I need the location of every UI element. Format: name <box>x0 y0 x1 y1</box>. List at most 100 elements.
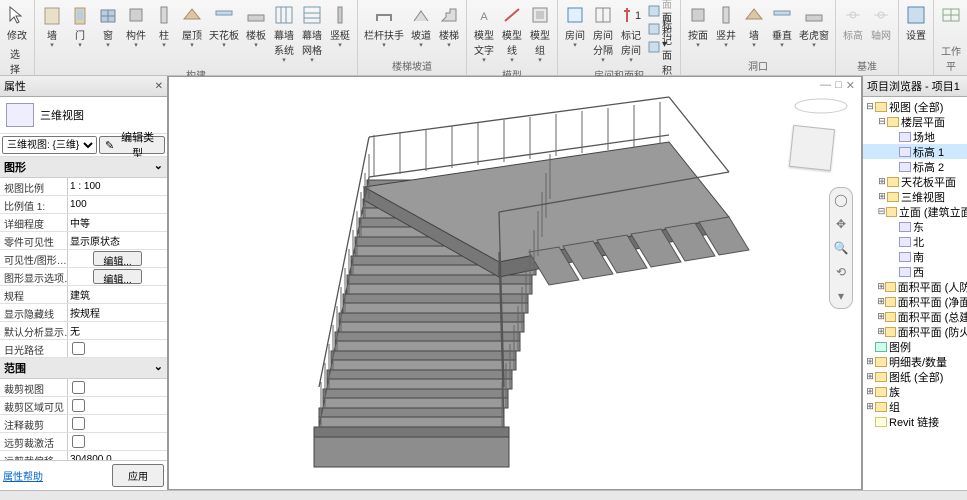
tree-twisty-icon[interactable]: ⊞ <box>877 282 885 292</box>
room-small-2[interactable]: 标记 面积 <box>646 38 676 56</box>
build-5[interactable]: 屋顶 ▾ <box>179 2 205 51</box>
minimize-icon[interactable]: — <box>820 79 831 92</box>
viewcube-cube[interactable] <box>789 125 835 171</box>
circ-0[interactable]: 栏杆扶手 ▾ <box>362 2 406 51</box>
tree-node-5[interactable]: ⊞ 天花板平面 <box>863 174 967 189</box>
tree-node-12[interactable]: ⊞ 面积平面 (人防分 <box>863 279 967 294</box>
room-2[interactable]: 1 标记房间 ▾ <box>618 2 644 66</box>
tree-twisty-icon[interactable]: ⊟ <box>877 207 886 217</box>
build-9[interactable]: 幕墙网格 ▾ <box>299 2 325 66</box>
tree-node-18[interactable]: ⊞ 图纸 (全部) <box>863 369 967 384</box>
parts_vis-input[interactable] <box>70 235 165 246</box>
open-4[interactable]: 老虎窗 ▾ <box>797 2 831 51</box>
tree-node-0[interactable]: ⊟ 视图 (全部) <box>863 99 967 114</box>
modify-button[interactable]: 修改 <box>4 2 30 44</box>
open-2[interactable]: 墙 ▾ <box>741 2 767 51</box>
tree-twisty-icon[interactable]: ⊞ <box>877 192 887 202</box>
workplane-button[interactable] <box>938 2 964 28</box>
room-1[interactable]: 房间分隔 ▾ <box>590 2 616 66</box>
instance-selector[interactable]: 三维视图: {三维} <box>2 136 97 154</box>
tree-twisty-icon[interactable]: ⊟ <box>865 102 875 112</box>
build-0[interactable]: 墙 ▾ <box>39 2 65 51</box>
settings-button[interactable]: 设置 <box>903 2 929 44</box>
tree-node-3[interactable]: 标高 1 <box>863 144 967 159</box>
tree-node-14[interactable]: ⊞ 面积平面 (总建筑 <box>863 309 967 324</box>
tree-twisty-icon[interactable]: ⊞ <box>877 312 885 322</box>
tree-node-4[interactable]: 标高 2 <box>863 159 967 174</box>
crop_view-checkbox[interactable] <box>72 381 85 394</box>
tree-node-17[interactable]: ⊞ 明细表/数量 <box>863 354 967 369</box>
group-graphics[interactable]: 图形⌄ <box>0 157 167 178</box>
group-extents[interactable]: 范围⌄ <box>0 358 167 379</box>
tree-twisty-icon[interactable]: ⊞ <box>877 297 885 307</box>
build-4[interactable]: 柱 ▾ <box>151 2 177 51</box>
nav-more-icon[interactable]: ▾ <box>833 288 849 304</box>
model-0[interactable]: A 模型文字 ▾ <box>471 2 497 66</box>
circ-2[interactable]: 楼梯 ▾ <box>436 2 462 51</box>
view_scale-input[interactable] <box>70 181 165 192</box>
ribbon-group-opening: 按面 ▾ 竖井 ▾ 墙 ▾ 垂直 ▾ 老虎窗 ▾ 洞口 <box>681 0 836 75</box>
tree-twisty-icon[interactable]: ⊞ <box>865 357 875 367</box>
vg-edit-button[interactable]: 编辑... <box>93 251 141 266</box>
build-10[interactable]: 竖梃 ▾ <box>327 2 353 51</box>
close-view-icon[interactable]: ✕ <box>846 79 855 92</box>
model-2[interactable]: 模型组 ▾ <box>527 2 553 66</box>
tree-twisty-icon[interactable]: ⊞ <box>865 387 875 397</box>
build-1[interactable]: 门 ▾ <box>67 2 93 51</box>
datum-0[interactable]: 标高 <box>840 2 866 44</box>
crop_visible-checkbox[interactable] <box>72 399 85 412</box>
tree-node-10[interactable]: 南 <box>863 249 967 264</box>
detail-input[interactable] <box>70 217 165 228</box>
open-1[interactable]: 竖井 ▾ <box>713 2 739 51</box>
build-8[interactable]: 幕墙系统 ▾ <box>271 2 297 66</box>
zoom-icon[interactable]: 🔍 <box>833 240 849 256</box>
tree-node-9[interactable]: 北 <box>863 234 967 249</box>
default_analysis-input[interactable] <box>70 325 165 336</box>
tree-node-6[interactable]: ⊞ 三维视图 <box>863 189 967 204</box>
edit-type-button[interactable]: ✎编辑类型 <box>99 136 165 154</box>
tree-node-21[interactable]: Revit 链接 <box>863 414 967 429</box>
close-icon[interactable]: ✕ <box>155 81 163 92</box>
build-2[interactable]: 窗 ▾ <box>95 2 121 51</box>
pan-icon[interactable]: ✥ <box>833 216 849 232</box>
open-0[interactable]: 按面 ▾ <box>685 2 711 51</box>
annotation_crop-checkbox[interactable] <box>72 417 85 430</box>
tree-twisty-icon[interactable]: ⊞ <box>865 402 875 412</box>
apply-button[interactable]: 应用 <box>112 464 164 487</box>
tree-node-11[interactable]: 西 <box>863 264 967 279</box>
circ-1[interactable]: 坡道 ▾ <box>408 2 434 51</box>
tree-twisty-icon[interactable]: ⊟ <box>877 117 887 127</box>
tree-twisty-icon[interactable]: ⊞ <box>877 327 885 337</box>
build-7[interactable]: 楼板 ▾ <box>243 2 269 51</box>
display_opt-edit-button[interactable]: 编辑... <box>93 269 141 284</box>
build-3[interactable]: 构件 ▾ <box>123 2 149 51</box>
tree-node-16[interactable]: 图例 <box>863 339 967 354</box>
viewcube[interactable] <box>791 97 851 157</box>
tree-node-15[interactable]: ⊞ 面积平面 (防火分 <box>863 324 967 339</box>
datum-1[interactable]: 轴网 <box>868 2 894 44</box>
far_clip_active-checkbox[interactable] <box>72 435 85 448</box>
scale_value-input[interactable] <box>70 199 165 210</box>
tree-twisty-icon[interactable]: ⊞ <box>877 177 887 187</box>
viewport-3d[interactable]: — □ ✕ ◯ ✥ 🔍 ⟲ ▾ <box>168 76 862 490</box>
tree-node-19[interactable]: ⊞ 族 <box>863 384 967 399</box>
tree-node-8[interactable]: 东 <box>863 219 967 234</box>
orbit-icon[interactable]: ⟲ <box>833 264 849 280</box>
hidden-input[interactable] <box>70 307 165 318</box>
tree-node-1[interactable]: ⊟ 楼层平面 <box>863 114 967 129</box>
build-6[interactable]: 天花板 ▾ <box>207 2 241 51</box>
steering-wheel-icon[interactable]: ◯ <box>833 192 849 208</box>
maximize-icon[interactable]: □ <box>835 79 842 92</box>
tree-node-2[interactable]: 场地 <box>863 129 967 144</box>
room-0[interactable]: 房间 ▾ <box>562 2 588 51</box>
tree-node-7[interactable]: ⊟ 立面 (建筑立面) <box>863 204 967 219</box>
sun_path-checkbox[interactable] <box>72 342 85 355</box>
tree-node-20[interactable]: ⊞ 组 <box>863 399 967 414</box>
build-4-icon <box>153 4 175 26</box>
properties-help-link[interactable]: 属性帮助 <box>3 468 43 483</box>
tree-node-13[interactable]: ⊞ 面积平面 (净面积 <box>863 294 967 309</box>
discipline-input[interactable] <box>70 289 165 300</box>
model-1[interactable]: 模型线 ▾ <box>499 2 525 66</box>
tree-twisty-icon[interactable]: ⊞ <box>865 372 875 382</box>
open-3[interactable]: 垂直 ▾ <box>769 2 795 51</box>
